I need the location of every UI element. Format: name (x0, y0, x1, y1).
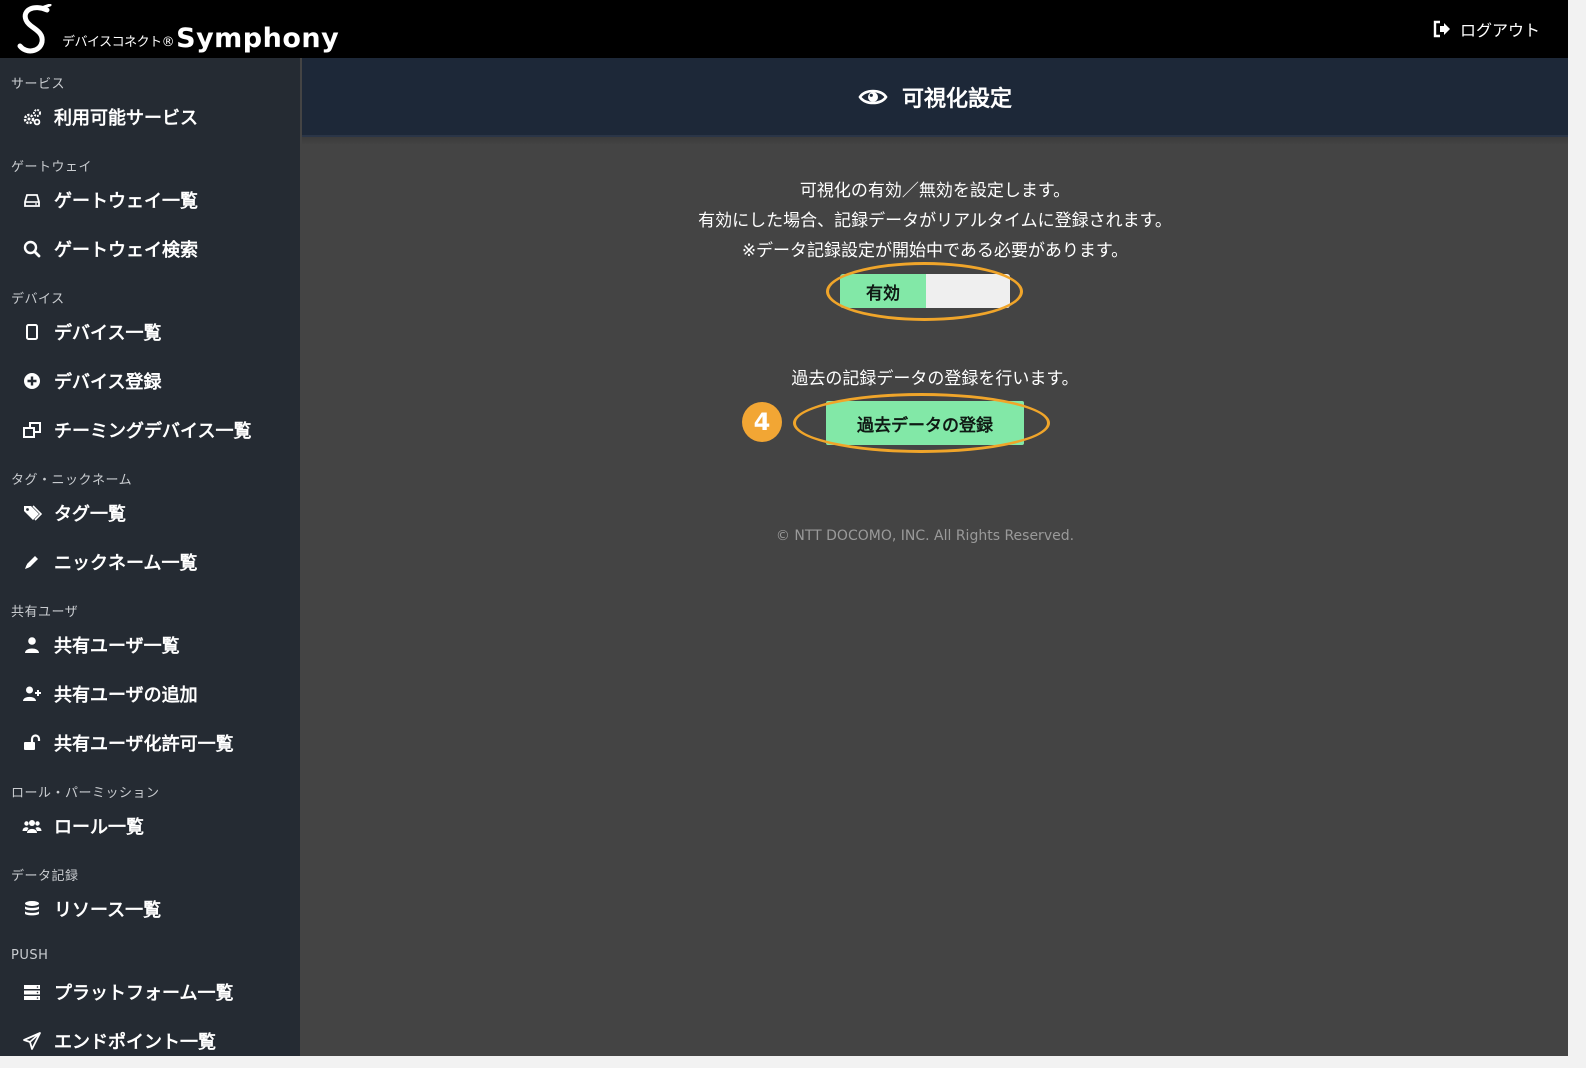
users-icon (22, 816, 42, 836)
step-number-badge: 4 (742, 402, 782, 442)
paper-plane-icon (22, 1031, 42, 1051)
sidebar-item-tag-list[interactable]: タグ一覧 (0, 493, 300, 533)
hdd-icon (22, 190, 42, 210)
sidebar-item-label: ゲートウェイ一覧 (54, 191, 198, 212)
brand-jp-text: デバイスコネクト® (62, 35, 175, 50)
content-header: 可視化設定 (302, 58, 1568, 137)
sidebar-item-gateway-search[interactable]: ゲートウェイ検索 (0, 229, 300, 269)
sidebar-item-device-register[interactable]: デバイス登録 (0, 361, 300, 401)
header-shadow (302, 137, 1568, 145)
sidebar-item-resource-list[interactable]: リソース一覧 (0, 889, 300, 929)
tablet-icon (22, 322, 42, 342)
sidebar-item-endpoint-list[interactable]: エンドポイント一覧 (0, 1021, 300, 1056)
unlock-icon (22, 733, 42, 753)
toggle-on-label: 有効 (840, 274, 926, 308)
sidebar-item-add-shared-user[interactable]: 共有ユーザの追加 (0, 674, 300, 714)
visualization-description-line3: ※データ記録設定が開始中である必要があります。 (741, 241, 1129, 261)
copyright-footer: © NTT DOCOMO, INC. All Rights Reserved. (775, 528, 1075, 544)
sidebar-item-role-list[interactable]: ロール一覧 (0, 806, 300, 846)
sidebar-item-available-services[interactable]: 利用可能サービス (0, 97, 300, 137)
sidebar-item-device-list[interactable]: デバイス一覧 (0, 312, 300, 352)
sidebar-item-platform-list[interactable]: プラットフォーム一覧 (0, 972, 300, 1012)
sidebar-item-shared-user-list[interactable]: 共有ユーザ一覧 (0, 625, 300, 665)
sidebar-group-gateway: ゲートウェイ (11, 160, 93, 175)
sidebar-item-label: 共有ユーザの追加 (54, 685, 198, 706)
sidebar-item-label: エンドポイント一覧 (54, 1032, 216, 1053)
visualization-toggle[interactable]: 有効 (840, 274, 1010, 308)
past-data-description: 過去の記録データの登録を行います。 (791, 369, 1079, 389)
logout-label: ログアウト (1459, 21, 1540, 40)
sidebar-group-tag-nickname: タグ・ニックネーム (11, 473, 133, 488)
clone-icon (22, 420, 42, 440)
register-past-data-button[interactable]: 過去データの登録 (826, 401, 1024, 445)
logout-button[interactable]: ログアウト (1432, 17, 1540, 41)
user-plus-icon (22, 684, 42, 704)
symphony-s-logo-icon (17, 4, 52, 54)
sidebar-item-label: プラットフォーム一覧 (54, 983, 234, 1004)
sign-out-icon (1433, 20, 1450, 38)
eye-icon (858, 89, 888, 105)
sidebar-item-label: ロール一覧 (54, 817, 144, 838)
sidebar-group-role-permission: ロール・パーミッション (11, 786, 160, 801)
search-icon (22, 239, 42, 259)
sidebar-item-label: ニックネーム一覧 (54, 553, 198, 574)
sidebar-item-label: デバイス一覧 (54, 323, 162, 344)
sidebar-item-label: 共有ユーザ一覧 (54, 636, 180, 657)
top-bar: デバイスコネクト® Symphony ログアウト (0, 0, 1568, 58)
sidebar-group-push: PUSH (11, 948, 49, 963)
visualization-description-line2: 有効にした場合、記録データがリアルタイムに登録されます。 (698, 211, 1172, 231)
sidebar-group-services: サービス (11, 77, 66, 92)
page-title: 可視化設定 (302, 81, 1568, 113)
sidebar-group-data-record: データ記録 (11, 869, 79, 884)
brand-en-text: Symphony (176, 23, 340, 54)
sidebar-item-nickname-list[interactable]: ニックネーム一覧 (0, 542, 300, 582)
sidebar: サービス 利用可能サービス ゲートウェイ ゲートウェイ一覧 ゲートウェイ検索 デ… (0, 58, 300, 1056)
sidebar-item-label: デバイス登録 (54, 372, 162, 393)
sidebar-item-label: リソース一覧 (54, 900, 162, 921)
brand-logo[interactable]: デバイスコネクト® Symphony (14, 2, 339, 56)
page-title-text: 可視化設定 (901, 87, 1012, 112)
tags-icon (22, 503, 42, 523)
sidebar-item-label: チーミングデバイス一覧 (54, 421, 252, 442)
sidebar-item-label: 利用可能サービス (54, 108, 198, 129)
user-icon (22, 635, 42, 655)
sidebar-item-label: 共有ユーザ化許可一覧 (54, 734, 234, 755)
sidebar-item-teaming-device-list[interactable]: チーミングデバイス一覧 (0, 410, 300, 450)
sidebar-item-label: ゲートウェイ検索 (54, 240, 198, 261)
sidebar-item-label: タグ一覧 (54, 504, 126, 525)
pencil-icon (22, 552, 42, 572)
sidebar-item-gateway-list[interactable]: ゲートウェイ一覧 (0, 180, 300, 220)
visualization-description-line1: 可視化の有効／無効を設定します。 (799, 181, 1071, 201)
database-icon (22, 899, 42, 919)
sidebar-group-device: デバイス (11, 292, 65, 307)
toggle-knob (926, 274, 1010, 308)
sidebar-group-shared-user: 共有ユーザ (11, 605, 79, 620)
plus-circle-icon (22, 371, 42, 391)
app-frame: デバイスコネクト® Symphony ログアウト サービス 利用可能サービス ゲ… (0, 0, 1568, 1056)
server-icon (22, 982, 42, 1002)
sidebar-item-shared-user-permission-list[interactable]: 共有ユーザ化許可一覧 (0, 723, 300, 763)
gears-icon (22, 107, 42, 127)
